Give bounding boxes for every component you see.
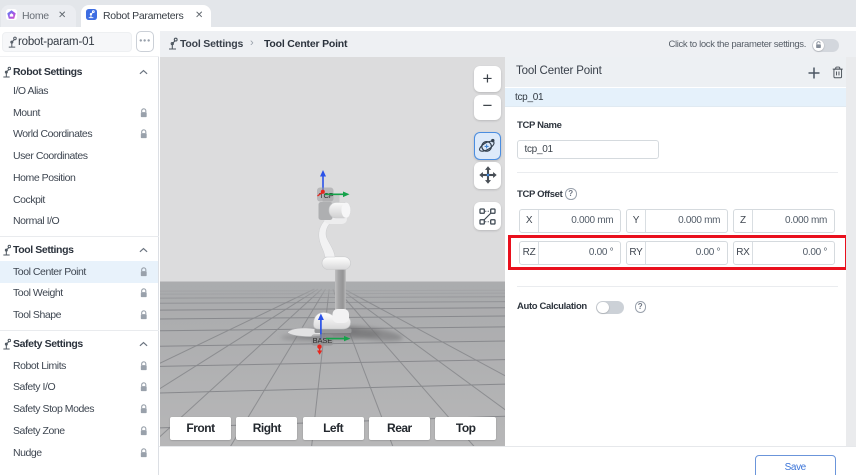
svg-text:BASE: BASE [313, 336, 333, 345]
